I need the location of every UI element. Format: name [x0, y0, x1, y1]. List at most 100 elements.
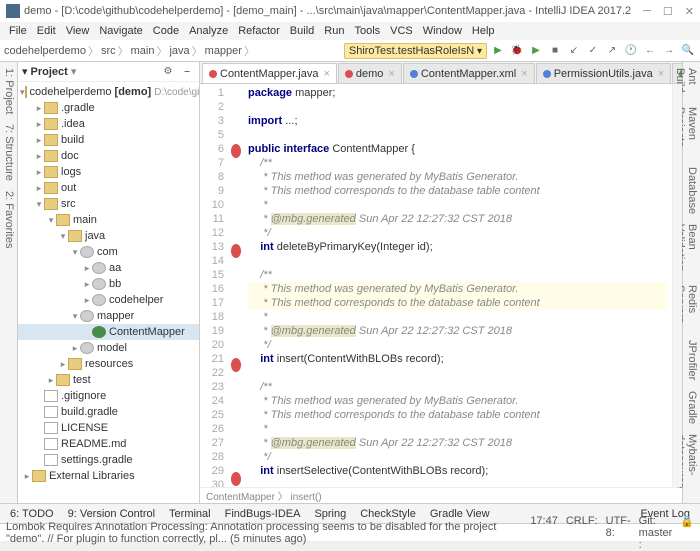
editor-tab[interactable]: PermissionUtils.java×	[536, 63, 671, 83]
crumb-segment[interactable]: src	[101, 45, 116, 57]
git-branch[interactable]: Git: master :	[639, 515, 673, 551]
bottab[interactable]: FindBugs-IDEA	[219, 507, 307, 521]
crumb-segment[interactable]: mapper	[205, 45, 242, 57]
close-button[interactable]: ✕	[685, 5, 694, 18]
tree-node[interactable]: ▸codehelper	[18, 292, 199, 308]
menu-run[interactable]: Run	[319, 25, 349, 37]
tree-node[interactable]: ▸.idea	[18, 116, 199, 132]
tree-root[interactable]: ▾codehelperdemo [demo] D:\code\github\co…	[18, 84, 199, 100]
toolwin-7-structure[interactable]: 7: Structure	[2, 124, 15, 181]
menu-analyze[interactable]: Analyze	[184, 25, 233, 37]
tree-node[interactable]: ▾java	[18, 228, 199, 244]
tree-node[interactable]: ▸out	[18, 180, 199, 196]
toolwin-jprofiler[interactable]: JProfiler	[685, 340, 698, 380]
bottab[interactable]: Gradle View	[424, 507, 496, 521]
tree-node[interactable]: ▸.gradle	[18, 100, 199, 116]
project-tree[interactable]: ▾codehelperdemo [demo] D:\code\github\co…	[18, 82, 199, 503]
toolwin-1-project[interactable]: 1: Project	[2, 68, 15, 114]
tree-node[interactable]: LICENSE	[18, 420, 199, 436]
crumb-segment[interactable]: java	[169, 45, 189, 57]
coverage-button[interactable]: ▶	[528, 43, 544, 59]
run-config-selector[interactable]: ShiroTest.testHasRoleIsN ▾	[344, 43, 487, 59]
lock-icon[interactable]: 🔒	[680, 515, 694, 551]
tree-node[interactable]: ▾main	[18, 212, 199, 228]
minimize-button[interactable]: ─	[643, 5, 651, 18]
encoding[interactable]: UTF-8:	[606, 515, 631, 551]
bottab[interactable]: Spring	[308, 507, 352, 521]
hide-icon[interactable]: ⎯	[179, 64, 195, 80]
tree-node[interactable]: ▸bb	[18, 276, 199, 292]
caret-pos[interactable]: 17:47	[530, 515, 558, 551]
menu-help[interactable]: Help	[467, 25, 500, 37]
editor-crumb[interactable]: ContentMapper 〉 insert()	[200, 487, 682, 503]
source[interactable]: package mapper; import ...; public inter…	[244, 84, 672, 487]
menu-edit[interactable]: Edit	[32, 25, 61, 37]
stop-button[interactable]: ■	[547, 43, 563, 59]
tree-node[interactable]: ▾src	[18, 196, 199, 212]
tree-node[interactable]: build.gradle	[18, 404, 199, 420]
tree-node[interactable]: ▸test	[18, 372, 199, 388]
line-separator[interactable]: CRLF:	[566, 515, 598, 551]
editor-tab[interactable]: ContentMapper.java×	[202, 63, 337, 83]
menu-code[interactable]: Code	[148, 25, 184, 37]
debug-button[interactable]: 🐞	[509, 43, 525, 59]
project-title: Project	[31, 66, 68, 78]
back-button[interactable]: ←	[642, 43, 658, 59]
menu-tools[interactable]: Tools	[349, 25, 385, 37]
toolwin-2-favorites[interactable]: 2: Favorites	[2, 191, 15, 248]
forward-button[interactable]: →	[661, 43, 677, 59]
gutter-icons[interactable]	[228, 84, 244, 487]
tree-node[interactable]: ▸build	[18, 132, 199, 148]
tree-node[interactable]: README.md	[18, 436, 199, 452]
tree-node[interactable]: ▸model	[18, 340, 199, 356]
toolwin-mybatis-datasource[interactable]: Mybatis-datasource	[685, 434, 698, 497]
search-button[interactable]: 🔍	[680, 43, 696, 59]
tree-node[interactable]: settings.gradle	[18, 452, 199, 468]
editor-tab[interactable]: demo×	[338, 63, 402, 83]
toolwin-gradle[interactable]: Gradle	[685, 391, 698, 424]
toolwin-ant-build[interactable]: Ant Build	[685, 68, 698, 97]
tree-node[interactable]: ▾mapper	[18, 308, 199, 324]
tree-node[interactable]: ▸doc	[18, 148, 199, 164]
tree-node[interactable]: ▸resources	[18, 356, 199, 372]
crumb-segment[interactable]: main	[131, 45, 155, 57]
git-commit-button[interactable]: ✓	[585, 43, 601, 59]
tree-node[interactable]: ContentMapper	[18, 324, 199, 340]
gear-icon[interactable]: ⚙	[160, 64, 176, 80]
breadcrumb[interactable]: codehelperdemo〉src〉main〉java〉mapper〉	[4, 43, 255, 59]
menu-refactor[interactable]: Refactor	[233, 25, 285, 37]
menu-file[interactable]: File	[4, 25, 32, 37]
window-title: demo - [D:\code\github\codehelperdemo] -…	[24, 5, 631, 17]
git-pull-button[interactable]: ↙	[566, 43, 582, 59]
menu-view[interactable]: View	[61, 25, 95, 37]
maximize-button[interactable]: ☐	[663, 5, 673, 18]
history-button[interactable]: 🕐	[623, 43, 639, 59]
code-area[interactable]: 1235678910111213141516171819202122232425…	[200, 84, 682, 487]
bottab[interactable]: 6: TODO	[4, 507, 60, 521]
editor-tab[interactable]: ContentMapper.xml×	[403, 63, 535, 83]
menu-build[interactable]: Build	[285, 25, 319, 37]
tree-node[interactable]: ▸logs	[18, 164, 199, 180]
toolwin-maven-projects[interactable]: Maven Projects	[685, 107, 698, 157]
tree-node[interactable]: ▸External Libraries	[18, 468, 199, 484]
toolwin-database[interactable]: Database	[685, 167, 698, 214]
collapse-icon[interactable]: ▾	[22, 65, 28, 78]
tree-node[interactable]: ▸aa	[18, 260, 199, 276]
overview-ruler[interactable]	[672, 84, 682, 487]
app-icon	[6, 4, 20, 18]
menu-navigate[interactable]: Navigate	[94, 25, 147, 37]
bottab[interactable]: Terminal	[163, 507, 217, 521]
menu-window[interactable]: Window	[418, 25, 467, 37]
bottab[interactable]: CheckStyle	[354, 507, 422, 521]
tree-node[interactable]: .gitignore	[18, 388, 199, 404]
crumb-segment[interactable]: codehelperdemo	[4, 45, 86, 57]
toolwin-redis-servers[interactable]: Redis Servers	[685, 285, 698, 331]
tree-node[interactable]: ▾com	[18, 244, 199, 260]
menu-vcs[interactable]: VCS	[385, 25, 418, 37]
git-push-button[interactable]: ↗	[604, 43, 620, 59]
project-pane: ▾ Project ▾ ⚙ ⎯ ▾codehelperdemo [demo] D…	[18, 62, 200, 503]
nav-bar: codehelperdemo〉src〉main〉java〉mapper〉 Shi…	[0, 40, 700, 62]
toolwin-bean-validation[interactable]: Bean Validation	[685, 224, 698, 274]
bottab[interactable]: 9: Version Control	[62, 507, 161, 521]
run-button[interactable]: ▶	[490, 43, 506, 59]
